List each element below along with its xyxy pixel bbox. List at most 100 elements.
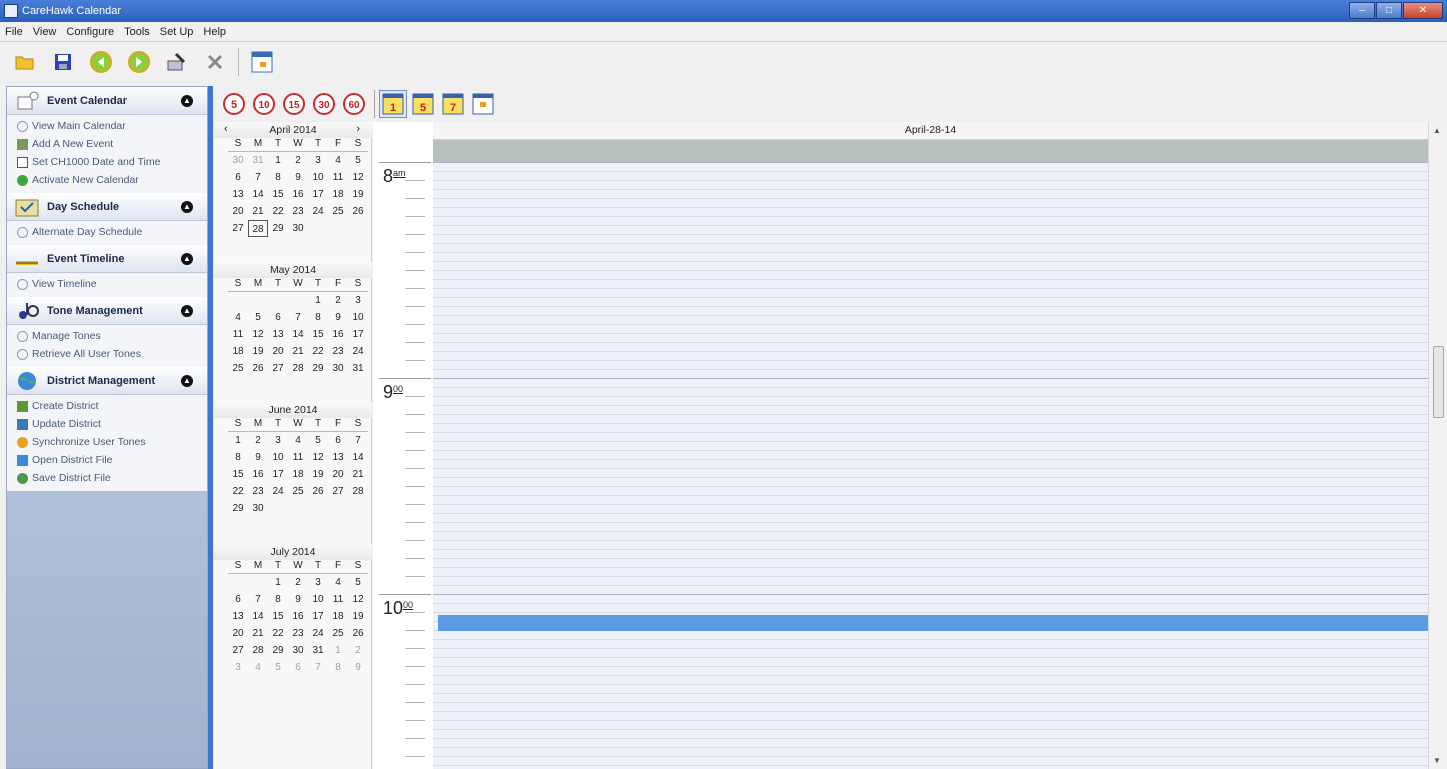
- menu-file[interactable]: File: [0, 26, 28, 38]
- mini-calendar-day[interactable]: 18: [288, 466, 308, 483]
- mini-calendar-day[interactable]: 26: [348, 625, 368, 642]
- mini-calendar-day[interactable]: 5: [268, 659, 288, 676]
- mini-calendar-day[interactable]: 17: [308, 608, 328, 625]
- nav-group-tone-management[interactable]: Tone Management ▲: [7, 297, 207, 325]
- prev-month-icon[interactable]: ‹: [224, 123, 228, 135]
- mini-calendar-day[interactable]: 20: [228, 203, 248, 220]
- nav-group-event-timeline[interactable]: Event Timeline ▲: [7, 245, 207, 273]
- mini-calendar-day[interactable]: 20: [328, 466, 348, 483]
- mini-calendar-day[interactable]: 3: [308, 574, 328, 591]
- mini-calendar-day[interactable]: 11: [328, 591, 348, 608]
- nav-item-sync-user-tones[interactable]: Synchronize User Tones: [7, 433, 207, 451]
- mini-calendar-day[interactable]: 26: [308, 483, 328, 500]
- mini-calendar-day[interactable]: 10: [268, 449, 288, 466]
- mini-calendar-day[interactable]: 8: [328, 659, 348, 676]
- view-1-day-button[interactable]: 1: [379, 90, 407, 118]
- mini-calendar-day[interactable]: 10: [308, 169, 328, 186]
- scroll-up-icon[interactable]: ▲: [1433, 126, 1441, 135]
- mini-calendar-day[interactable]: 9: [288, 591, 308, 608]
- mini-calendar-day[interactable]: 10: [308, 591, 328, 608]
- menu-configure[interactable]: Configure: [61, 26, 119, 38]
- mini-calendar-day[interactable]: 12: [248, 326, 268, 343]
- mini-calendar-day[interactable]: 30: [288, 220, 308, 237]
- scroll-down-icon[interactable]: ▼: [1433, 756, 1441, 765]
- mini-calendar-day[interactable]: 4: [328, 152, 348, 169]
- mini-calendar-day[interactable]: 23: [248, 483, 268, 500]
- mini-calendar-day[interactable]: 5: [308, 432, 328, 449]
- nav-item-view-main-calendar[interactable]: View Main Calendar: [7, 117, 207, 135]
- mini-calendar-day[interactable]: 12: [348, 169, 368, 186]
- mini-calendar-day[interactable]: 31: [348, 360, 368, 377]
- interval-10-button[interactable]: 10: [250, 90, 278, 118]
- nav-group-event-calendar[interactable]: Event Calendar ▲: [7, 87, 207, 115]
- mini-calendar-day[interactable]: 16: [288, 186, 308, 203]
- mini-calendar-day[interactable]: 16: [288, 608, 308, 625]
- mini-calendar-day[interactable]: 26: [248, 360, 268, 377]
- mini-calendar-day[interactable]: 28: [288, 360, 308, 377]
- mini-calendar-day[interactable]: 24: [348, 343, 368, 360]
- mini-calendar-day[interactable]: 11: [328, 169, 348, 186]
- calendar-button[interactable]: [247, 47, 277, 77]
- nav-item-create-district[interactable]: Create District: [7, 397, 207, 415]
- mini-calendar-day[interactable]: 28: [348, 483, 368, 500]
- mini-calendar-day[interactable]: 29: [308, 360, 328, 377]
- mini-calendar-day[interactable]: 2: [288, 152, 308, 169]
- mini-calendar-day[interactable]: 1: [328, 642, 348, 659]
- mini-calendar-day[interactable]: 2: [288, 574, 308, 591]
- nav-group-district-management[interactable]: District Management ▲: [7, 367, 207, 395]
- mini-calendar-day[interactable]: 8: [268, 591, 288, 608]
- mini-calendar-day[interactable]: 27: [228, 220, 248, 237]
- interval-30-button[interactable]: 30: [310, 90, 338, 118]
- mini-calendar-day[interactable]: 19: [348, 608, 368, 625]
- minimize-button[interactable]: –: [1349, 2, 1375, 19]
- mini-calendar-day[interactable]: 19: [248, 343, 268, 360]
- mini-calendar-day[interactable]: 8: [228, 449, 248, 466]
- mini-calendar-day[interactable]: 25: [328, 625, 348, 642]
- mini-calendar-day[interactable]: 22: [228, 483, 248, 500]
- mini-calendar-day[interactable]: 14: [348, 449, 368, 466]
- mini-calendar-day[interactable]: 11: [228, 326, 248, 343]
- mini-calendar-day[interactable]: 13: [268, 326, 288, 343]
- view-month-button[interactable]: [469, 90, 497, 118]
- mini-calendar-day[interactable]: 14: [288, 326, 308, 343]
- mini-calendar-day[interactable]: 6: [228, 591, 248, 608]
- mini-calendar-day[interactable]: 16: [328, 326, 348, 343]
- mini-calendar-day[interactable]: 15: [308, 326, 328, 343]
- mini-calendar-day[interactable]: 15: [268, 186, 288, 203]
- mini-calendar-day[interactable]: 27: [268, 360, 288, 377]
- mini-calendar-day[interactable]: 9: [248, 449, 268, 466]
- mini-calendar-day[interactable]: 7: [288, 309, 308, 326]
- mini-calendar-day[interactable]: 1: [228, 432, 248, 449]
- mini-calendar-day[interactable]: 25: [228, 360, 248, 377]
- mini-calendar-day[interactable]: 2: [328, 292, 348, 309]
- nav-group-day-schedule[interactable]: Day Schedule ▲: [7, 193, 207, 221]
- mini-calendar-day[interactable]: 23: [328, 343, 348, 360]
- close-button[interactable]: ✕: [1403, 2, 1443, 19]
- open-folder-button[interactable]: [10, 47, 40, 77]
- mini-calendar-day[interactable]: 19: [348, 186, 368, 203]
- menu-setup[interactable]: Set Up: [155, 26, 199, 38]
- mini-calendar-day[interactable]: 12: [348, 591, 368, 608]
- mini-calendar-day[interactable]: 3: [308, 152, 328, 169]
- mini-calendar-day[interactable]: 3: [348, 292, 368, 309]
- collapse-icon[interactable]: ▲: [181, 253, 193, 265]
- vertical-scrollbar[interactable]: ▲ ▼: [1428, 122, 1447, 769]
- nav-item-open-district-file[interactable]: Open District File: [7, 451, 207, 469]
- scroll-thumb[interactable]: [1433, 346, 1444, 418]
- collapse-icon[interactable]: ▲: [181, 201, 193, 213]
- mini-calendar-day[interactable]: 3: [268, 432, 288, 449]
- mini-calendar-day[interactable]: 6: [228, 169, 248, 186]
- mini-calendar-day[interactable]: 9: [348, 659, 368, 676]
- menu-view[interactable]: View: [28, 26, 62, 38]
- mini-calendar-day[interactable]: 13: [228, 608, 248, 625]
- mini-calendar-day[interactable]: 15: [228, 466, 248, 483]
- all-day-row[interactable]: [433, 140, 1428, 162]
- mini-calendar-day[interactable]: 25: [328, 203, 348, 220]
- menu-help[interactable]: Help: [198, 26, 231, 38]
- mini-calendar-day[interactable]: 9: [328, 309, 348, 326]
- save-button[interactable]: [48, 47, 78, 77]
- collapse-icon[interactable]: ▲: [181, 95, 193, 107]
- mini-calendar-day[interactable]: 1: [308, 292, 328, 309]
- mini-calendar-day[interactable]: 1: [268, 574, 288, 591]
- mini-calendar-day[interactable]: 24: [308, 625, 328, 642]
